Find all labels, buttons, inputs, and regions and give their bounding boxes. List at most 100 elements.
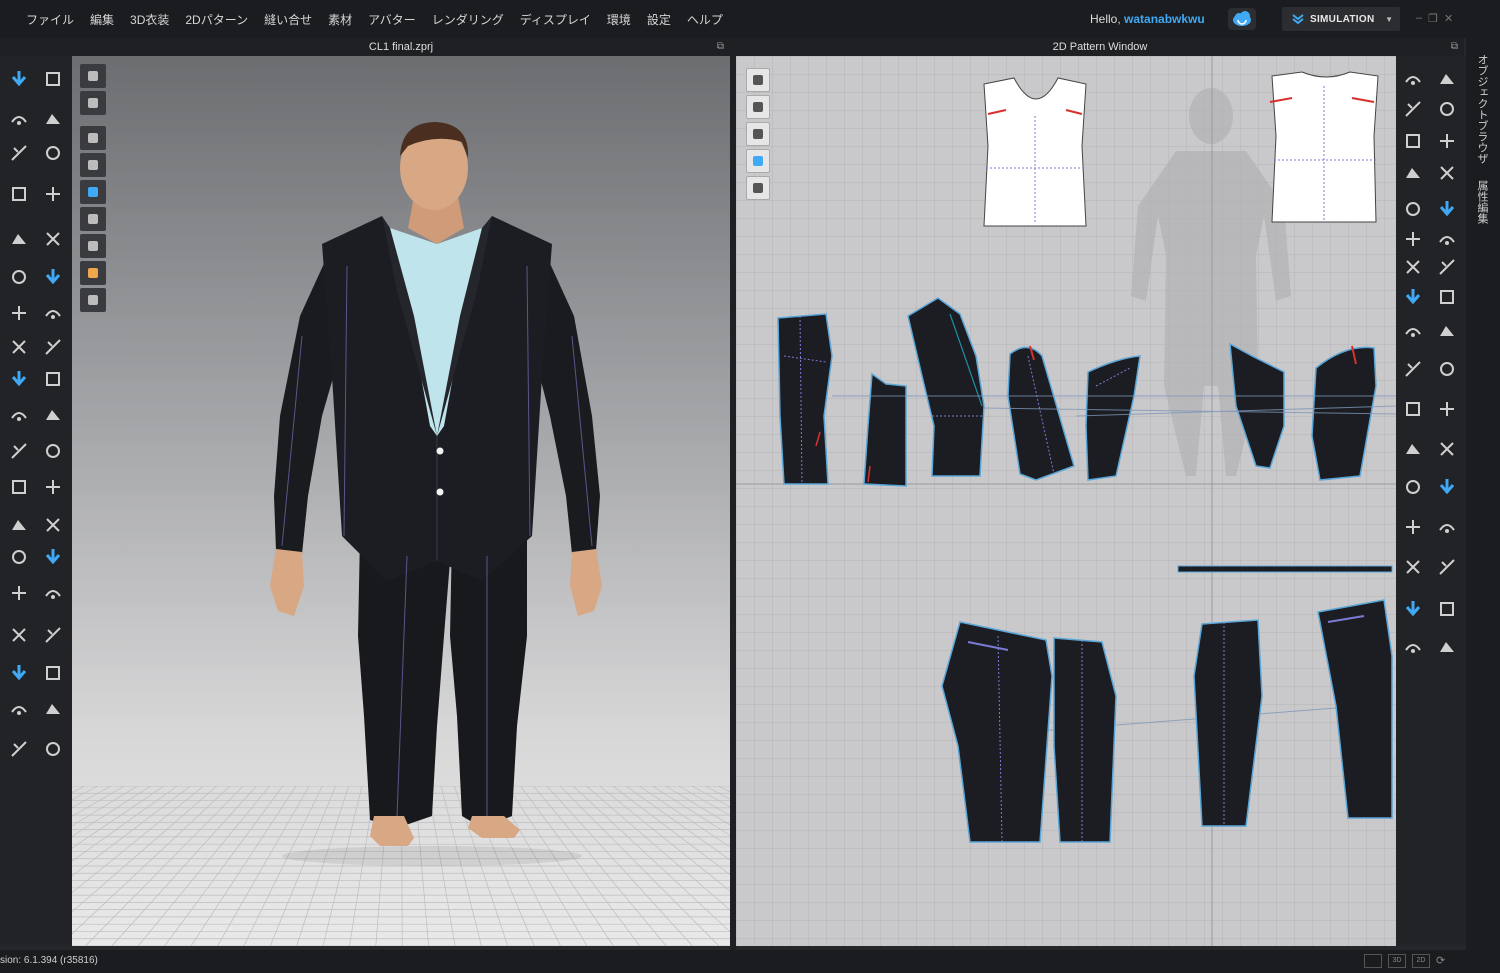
view-3d-button[interactable]: 3D: [1388, 954, 1406, 968]
pattern-icon[interactable]: [40, 660, 66, 686]
sewing-icon[interactable]: [1434, 226, 1460, 252]
pattern-display-icon[interactable]: [746, 176, 770, 200]
button-icon[interactable]: [1400, 196, 1426, 222]
sewing-icon[interactable]: [6, 402, 32, 428]
pattern-piece-shirt-back[interactable]: [1269, 71, 1379, 223]
dart-icon[interactable]: [40, 696, 66, 722]
dart-icon[interactable]: [1434, 66, 1460, 92]
trace-icon[interactable]: [1400, 254, 1426, 280]
tab-property-editor[interactable]: 属性編集: [1474, 180, 1490, 224]
display-mode-icon[interactable]: [80, 207, 106, 231]
sewing-icon[interactable]: [6, 696, 32, 722]
dart-icon[interactable]: [6, 226, 32, 252]
select-icon[interactable]: [6, 660, 32, 686]
menu-help[interactable]: ヘルプ: [679, 11, 731, 28]
menu-file[interactable]: ファイル: [18, 11, 82, 28]
button-icon[interactable]: [40, 438, 66, 464]
tab-object-browser[interactable]: オブジェクトブラウザ: [1474, 54, 1490, 164]
sewing-icon[interactable]: [1434, 514, 1460, 540]
display-mode-icon[interactable]: [80, 234, 106, 258]
popout-icon[interactable]: ⧉: [717, 38, 724, 56]
menu-settings[interactable]: 設定: [639, 11, 679, 28]
minimize-icon[interactable]: –: [1416, 12, 1422, 25]
button-icon[interactable]: [6, 264, 32, 290]
sewing-icon[interactable]: [1400, 66, 1426, 92]
pattern-2d-window[interactable]: [736, 56, 1396, 946]
button-icon[interactable]: [1400, 474, 1426, 500]
trace-icon[interactable]: [1434, 436, 1460, 462]
trace-icon[interactable]: [1400, 554, 1426, 580]
sewing-icon[interactable]: [1400, 318, 1426, 344]
pattern-piece-trouser-back-left[interactable]: [1193, 619, 1263, 827]
dart-icon[interactable]: [6, 512, 32, 538]
chevron-down-icon[interactable]: ▼: [1385, 15, 1393, 24]
button-icon[interactable]: [1434, 96, 1460, 122]
cloud-button[interactable]: [1228, 8, 1256, 30]
split-view-button[interactable]: [1364, 954, 1382, 968]
sewing-icon[interactable]: [1400, 634, 1426, 660]
username-link[interactable]: watanabwkwu: [1124, 12, 1205, 26]
trace-icon[interactable]: [40, 226, 66, 252]
segment-icon[interactable]: [1434, 254, 1460, 280]
select-icon[interactable]: [1434, 196, 1460, 222]
simulation-button[interactable]: SIMULATION ▼: [1282, 7, 1400, 31]
pattern-piece-shirt-front[interactable]: [983, 77, 1087, 227]
display-mode-icon[interactable]: [80, 153, 106, 177]
pattern-icon[interactable]: [40, 66, 66, 92]
segment-icon[interactable]: [6, 140, 32, 166]
pin-icon[interactable]: [1400, 226, 1426, 252]
pattern-icon[interactable]: [40, 366, 66, 392]
select-icon[interactable]: [40, 264, 66, 290]
pattern-piece-sleeve-2[interactable]: [1085, 355, 1141, 481]
menu-display[interactable]: ディスプレイ: [512, 11, 599, 28]
pattern-piece-jacket-back[interactable]: [907, 297, 985, 477]
restore-icon[interactable]: ❐: [1428, 12, 1438, 25]
viewport-3d[interactable]: [72, 56, 730, 946]
select-icon[interactable]: [6, 66, 32, 92]
button-icon[interactable]: [1434, 356, 1460, 382]
menu-sewing[interactable]: 縫い合せ: [256, 11, 320, 28]
pattern-piece-waistband[interactable]: [1177, 565, 1393, 573]
menu-render[interactable]: レンダリング: [424, 11, 512, 28]
pattern-icon[interactable]: [1434, 596, 1460, 622]
segment-icon[interactable]: [6, 736, 32, 762]
refresh-icon[interactable]: ⟳: [1436, 954, 1445, 968]
select-icon[interactable]: [40, 544, 66, 570]
pin-icon[interactable]: [1400, 514, 1426, 540]
segment-icon[interactable]: [1434, 554, 1460, 580]
sewing-icon[interactable]: [40, 300, 66, 326]
button-icon[interactable]: [40, 736, 66, 762]
dart-icon[interactable]: [1434, 634, 1460, 660]
trace-icon[interactable]: [1434, 160, 1460, 186]
pattern-piece-jacket-side[interactable]: [863, 372, 907, 487]
button-icon[interactable]: [40, 140, 66, 166]
popout-icon[interactable]: ⧉: [1451, 38, 1458, 56]
pattern-piece-sleeve-1[interactable]: [1007, 345, 1075, 481]
segment-icon[interactable]: [40, 622, 66, 648]
trace-icon[interactable]: [6, 622, 32, 648]
menu-avatar[interactable]: アバター: [360, 11, 424, 28]
segment-icon[interactable]: [1400, 96, 1426, 122]
select-icon[interactable]: [1434, 474, 1460, 500]
menu-materials[interactable]: 素材: [320, 11, 360, 28]
pin-icon[interactable]: [1434, 128, 1460, 154]
pattern-display-icon[interactable]: [746, 122, 770, 146]
pattern-display-icon[interactable]: [746, 68, 770, 92]
pattern-icon[interactable]: [1400, 128, 1426, 154]
menu-environment[interactable]: 環境: [599, 11, 639, 28]
menu-2d-pattern[interactable]: 2Dパターン: [177, 11, 256, 28]
segment-icon[interactable]: [40, 334, 66, 360]
segment-icon[interactable]: [1400, 356, 1426, 382]
dart-icon[interactable]: [1400, 160, 1426, 186]
view-2d-button[interactable]: 2D: [1412, 954, 1430, 968]
close-icon[interactable]: ✕: [1444, 12, 1453, 25]
pattern-icon[interactable]: [6, 181, 32, 207]
dart-icon[interactable]: [40, 402, 66, 428]
display-mode-icon[interactable]: [80, 64, 106, 88]
pattern-icon[interactable]: [6, 474, 32, 500]
display-mode-icon[interactable]: [80, 288, 106, 312]
dart-icon[interactable]: [1434, 318, 1460, 344]
select-icon[interactable]: [6, 366, 32, 392]
pattern-piece-jacket-front[interactable]: [777, 313, 833, 485]
menu-edit[interactable]: 編集: [82, 11, 122, 28]
